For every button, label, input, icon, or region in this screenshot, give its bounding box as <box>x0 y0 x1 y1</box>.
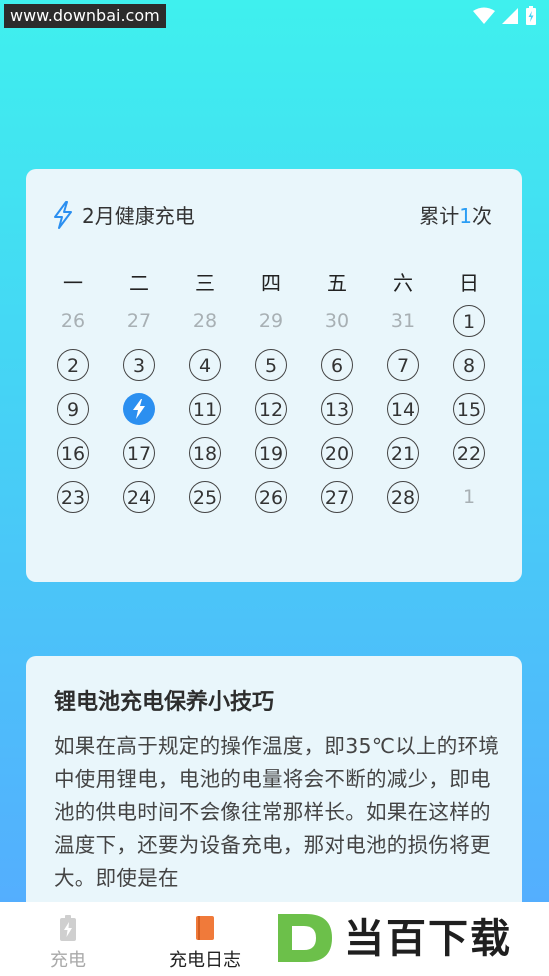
weekday-label: 二 <box>129 271 149 295</box>
charge-count-suffix: 次 <box>472 204 492 228</box>
calendar-day[interactable]: 17 <box>123 437 155 469</box>
calendar-day[interactable]: 27 <box>321 481 353 513</box>
charge-count: 累计1次 <box>419 201 492 231</box>
weekday-row: 一二三四五六日 <box>26 269 522 297</box>
calendar-day[interactable]: 24 <box>123 481 155 513</box>
status-bar: www.downbai.com <box>0 0 549 30</box>
calendar-day-other-month: 1 <box>462 486 476 508</box>
calendar-day[interactable]: 4 <box>189 349 221 381</box>
tips-body: 如果在高于规定的操作温度，即35℃以上的环境中使用锂电，电池的电量将会不断的减少… <box>54 734 500 890</box>
calendar-day[interactable]: 11 <box>189 393 221 425</box>
calendar-day-other-month: 31 <box>390 310 416 332</box>
calendar-day[interactable]: 15 <box>453 393 485 425</box>
calendar-day-other-month: 29 <box>258 310 284 332</box>
calendar-day-charged[interactable] <box>123 393 155 425</box>
calendar-day[interactable]: 20 <box>321 437 353 469</box>
calendar-day[interactable]: 1 <box>453 305 485 337</box>
weekday-label: 六 <box>393 271 413 295</box>
calendar-day[interactable]: 28 <box>387 481 419 513</box>
calendar-day[interactable]: 23 <box>57 481 89 513</box>
calendar-day-other-month: 27 <box>126 310 152 332</box>
tab-charge[interactable]: 充电 <box>18 902 118 976</box>
log-book-icon <box>196 916 214 940</box>
weekday-label: 日 <box>459 271 479 295</box>
calendar-day[interactable]: 16 <box>57 437 89 469</box>
brand-logo: 当百下载 <box>272 906 542 972</box>
calendar-day[interactable]: 25 <box>189 481 221 513</box>
charge-count-prefix: 累计 <box>419 204 460 228</box>
calendar-day[interactable]: 7 <box>387 349 419 381</box>
calendar-title: 2月健康充电 <box>82 204 195 228</box>
calendar-day[interactable]: 6 <box>321 349 353 381</box>
calendar-day[interactable]: 2 <box>57 349 89 381</box>
wifi-icon <box>473 7 495 24</box>
calendar-day[interactable]: 14 <box>387 393 419 425</box>
calendar-day[interactable]: 5 <box>255 349 287 381</box>
battery-icon <box>526 6 536 25</box>
logo-text: 当百下载 <box>344 916 512 962</box>
calendar-day-other-month: 28 <box>192 310 218 332</box>
calendar-day[interactable]: 18 <box>189 437 221 469</box>
lightning-icon <box>133 399 145 419</box>
calendar-day[interactable]: 3 <box>123 349 155 381</box>
calendar-day[interactable]: 9 <box>57 393 89 425</box>
calendar-day[interactable]: 12 <box>255 393 287 425</box>
tips-title: 锂电池充电保养小技巧 <box>54 690 275 715</box>
tab-charge-log-label: 充电日志 <box>169 950 241 971</box>
signal-icon <box>502 8 518 24</box>
calendar-day[interactable]: 21 <box>387 437 419 469</box>
calendar-header: 2月健康充电 累计1次 <box>26 201 522 231</box>
calendar-day[interactable]: 22 <box>453 437 485 469</box>
calendar-day[interactable]: 8 <box>453 349 485 381</box>
calendar-day[interactable]: 26 <box>255 481 287 513</box>
watermark: www.downbai.com <box>4 4 166 28</box>
status-icons <box>473 6 537 26</box>
calendar-day-other-month: 30 <box>324 310 350 332</box>
calendar-day[interactable]: 13 <box>321 393 353 425</box>
battery-charge-icon <box>60 915 76 941</box>
charge-count-value: 1 <box>459 204 472 228</box>
tab-charge-log[interactable]: 充电日志 <box>155 902 255 976</box>
lightning-icon <box>54 201 72 229</box>
logo-mark-icon <box>278 914 332 962</box>
calendar-day[interactable]: 19 <box>255 437 287 469</box>
weekday-label: 四 <box>261 271 281 295</box>
calendar-day-other-month: 26 <box>60 310 86 332</box>
calendar-card: 2月健康充电 累计1次 一二三四五六日 26 27 28 29 30 31 1 2 3 4 5 6 7 8… <box>26 169 522 582</box>
weekday-label: 五 <box>327 271 347 295</box>
weekday-label: 一 <box>63 271 83 295</box>
tab-charge-label: 充电 <box>50 950 86 971</box>
weekday-label: 三 <box>195 271 215 295</box>
